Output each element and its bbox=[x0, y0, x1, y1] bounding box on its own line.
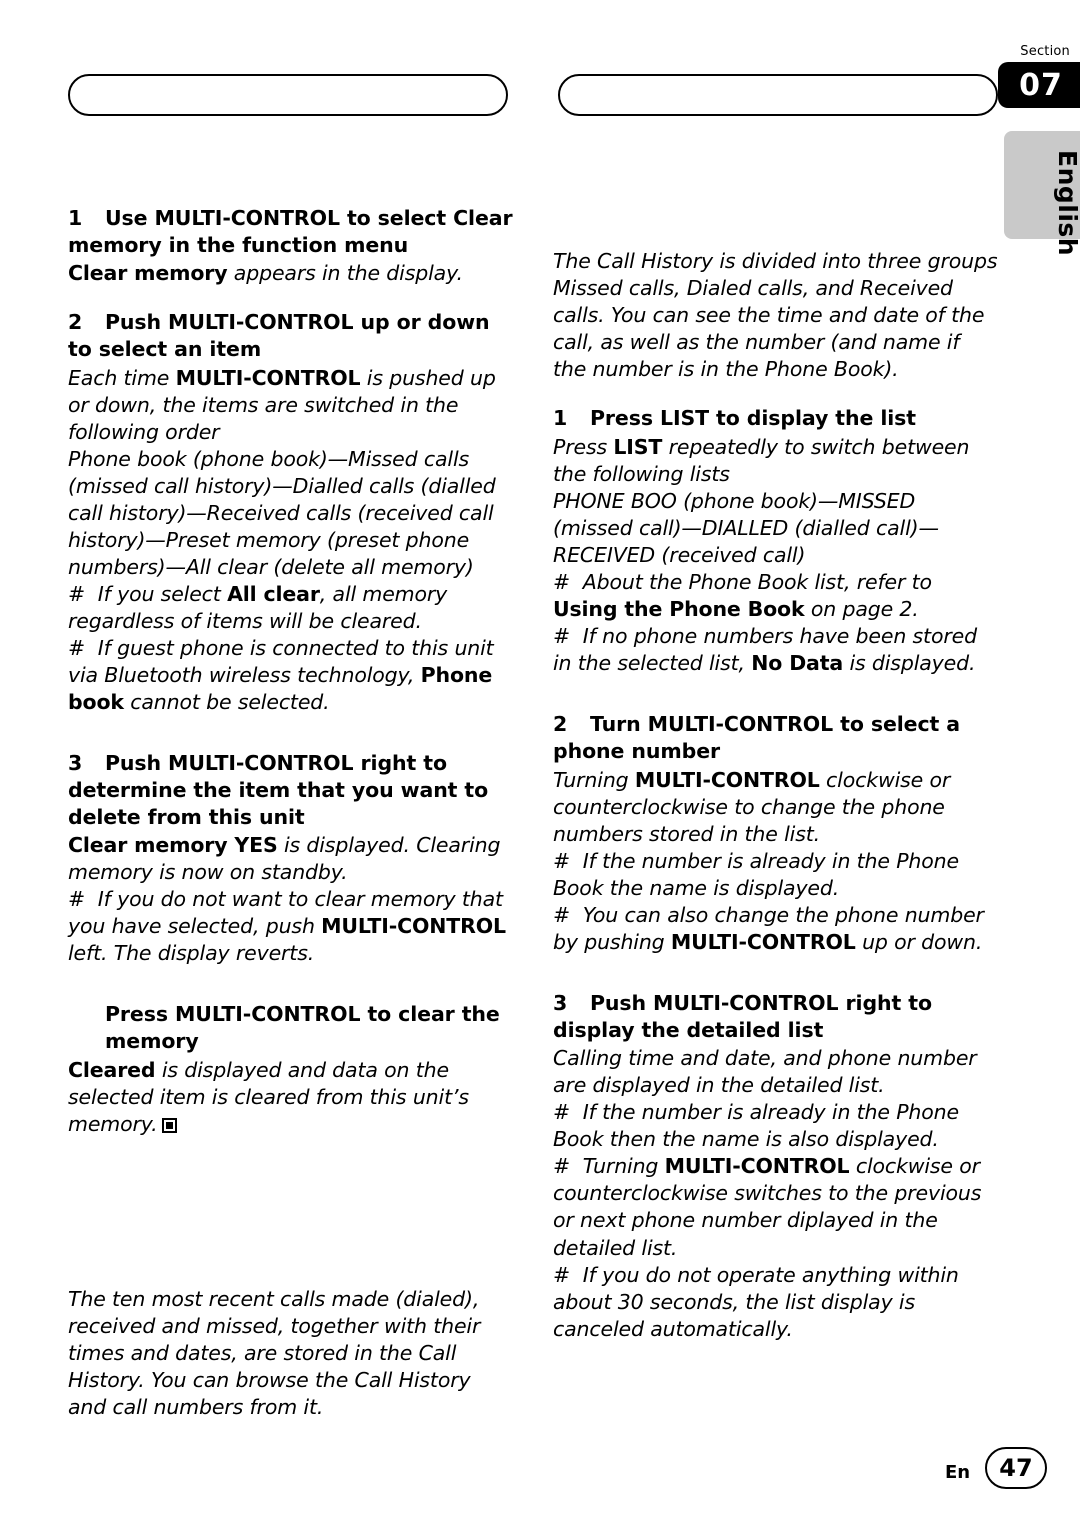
left-step-2-p1a: Each time bbox=[68, 365, 176, 390]
right-step-2-body: Turning MULTI-CONTROL clockwise or count… bbox=[553, 767, 998, 848]
right-step-3-body: Calling time and date, and phone number … bbox=[553, 1046, 977, 1098]
left-step-4-body-bold: Cleared bbox=[68, 1057, 156, 1082]
right-step-2-p1b: MULTI-CONTROL bbox=[634, 767, 820, 792]
left-step-2-items-text: Phone book (phone book)—Missed calls (mi… bbox=[68, 446, 496, 579]
left-step-3-title: Push MULTI-CONTROL right to determine th… bbox=[68, 751, 489, 829]
right-step-3-note2b: MULTI-CONTROL bbox=[664, 1154, 850, 1179]
left-step-2-items: Phone book (phone book)—Missed calls (mi… bbox=[68, 446, 513, 581]
note-hash-icon: # bbox=[68, 581, 98, 606]
note-hash-icon: # bbox=[68, 887, 98, 912]
right-step-3-note-3: # If you do not operate anything within … bbox=[553, 1262, 998, 1343]
right-step-2-note2b: MULTI-CONTROL bbox=[670, 929, 856, 954]
right-step-2-p1a: Turning bbox=[553, 767, 635, 792]
right-step-1-p1b: LIST bbox=[613, 434, 663, 459]
left-step-2-p1b: MULTI-CONTROL bbox=[175, 365, 361, 390]
left-step-3-body-bold: Clear memory YES bbox=[68, 833, 278, 858]
language-tab-label: English bbox=[1053, 150, 1080, 257]
left-step-1-number: 1 bbox=[68, 206, 83, 230]
left-step-2-heading: 2 Push MULTI-CONTROL up or down to select… bbox=[68, 309, 513, 362]
right-step-1-note1a: About the Phone Book list, refer to bbox=[582, 570, 932, 595]
right-step-2-note-1: # If the number is already in the Phone … bbox=[553, 848, 998, 902]
left-step-3-number: 3 bbox=[68, 751, 83, 776]
right-step-3-note-1: # If the number is already in the Phone … bbox=[553, 1099, 998, 1153]
right-step-1-p1a: Press bbox=[553, 434, 614, 459]
right-step-1-body: Press LIST repeatedly to switch between … bbox=[553, 434, 998, 488]
left-step-3-heading: 3 Push MULTI-CONTROL right to determine t… bbox=[68, 750, 513, 830]
right-step-1-heading: 1 Press LIST to display the list bbox=[553, 405, 998, 432]
right-step-3-number: 3 bbox=[553, 990, 568, 1015]
right-step-3-note3: If you do not operate anything within ab… bbox=[553, 1262, 959, 1341]
right-step-1-lists: PHONE BOO (phone book)—MISSED (missed ca… bbox=[553, 488, 998, 569]
right-step-2-note2c: up or down. bbox=[855, 929, 983, 954]
left-step-2-note2c: cannot be selected. bbox=[123, 690, 330, 715]
right-step-3-note-2: # Turning MULTI-CONTROL clockwise or cou… bbox=[553, 1153, 998, 1261]
note-hash-icon: # bbox=[553, 1154, 583, 1179]
footer-language-code: En bbox=[945, 1462, 971, 1483]
header-bar-right bbox=[558, 74, 998, 116]
left-step-4-heading: Press MULTI-CONTROL to clear the memory bbox=[68, 1001, 513, 1054]
right-step-2-number: 2 bbox=[553, 712, 568, 737]
manual-page: Section 07 English 1 Use MULTI-CONTROL to… bbox=[0, 0, 1080, 1529]
right-step-3-title: Push MULTI-CONTROL right to display the … bbox=[553, 990, 932, 1042]
left-step-3-body: Clear memory YES is displayed. Clearing … bbox=[68, 832, 513, 886]
right-step-1-note2c: is displayed. bbox=[843, 651, 976, 676]
left-step-4-title: Press MULTI-CONTROL to clear the memory bbox=[105, 1002, 500, 1054]
right-step-1-note1c: on page 2. bbox=[804, 597, 919, 622]
right-intro-paragraph: The Call History is divided into three g… bbox=[553, 249, 998, 382]
left-step-2-note1b: All clear bbox=[227, 581, 320, 606]
header-bar-left bbox=[68, 74, 508, 116]
left-step-4-body: Cleared is displayed and data on the sel… bbox=[68, 1057, 513, 1138]
note-hash-icon: # bbox=[553, 624, 583, 649]
right-step-2-title: Turn MULTI-CONTROL to select a phone num… bbox=[553, 712, 961, 763]
left-step-2-title: Push MULTI-CONTROL up or down to select … bbox=[68, 310, 490, 361]
right-step-3-note1: If the number is already in the Phone Bo… bbox=[553, 1100, 959, 1152]
right-step-2-heading: 2 Turn MULTI-CONTROL to select a phone nu… bbox=[553, 711, 998, 764]
right-step-1-note-1: # About the Phone Book list, refer to Us… bbox=[553, 569, 998, 623]
right-step-1-number: 1 bbox=[553, 406, 568, 431]
right-step-1-note1b: Using the Phone Book bbox=[553, 597, 805, 622]
left-step-3-note-1: # If you do not want to clear memory tha… bbox=[68, 886, 513, 967]
note-hash-icon: # bbox=[553, 848, 583, 873]
left-step-2-note-2: # If guest phone is connected to this un… bbox=[68, 635, 513, 716]
left-intro-paragraph: The ten most recent calls made (dialed),… bbox=[68, 1286, 481, 1419]
note-hash-icon: # bbox=[553, 1100, 583, 1125]
section-number: 07 bbox=[998, 62, 1080, 108]
note-hash-icon: # bbox=[553, 570, 583, 595]
right-step-2-note-2: # You can also change the phone number b… bbox=[553, 902, 998, 956]
right-step-2-note1: If the number is already in the Phone Bo… bbox=[553, 848, 959, 900]
left-step-3-note1b: MULTI-CONTROL bbox=[321, 914, 506, 939]
note-hash-icon: # bbox=[68, 636, 98, 661]
left-step-3-note1c: left. The display reverts. bbox=[68, 941, 315, 966]
right-column: The Call History is divided into three g… bbox=[553, 248, 998, 1343]
left-step-1-heading: 1 Use MULTI-CONTROL to select Clear memor… bbox=[68, 205, 513, 258]
end-of-section-square-icon bbox=[161, 1117, 177, 1133]
left-step-1-title: Use MULTI-CONTROL to select Clear memory… bbox=[68, 206, 513, 257]
section-label: Section bbox=[1020, 44, 1070, 59]
left-step-1-body: Clear memory appears in the display. bbox=[68, 260, 513, 287]
left-step-2-note-1: # If you select All clear, all memory re… bbox=[68, 581, 513, 635]
left-step-2-number: 2 bbox=[68, 310, 83, 335]
note-hash-icon: # bbox=[553, 1262, 583, 1287]
right-step-1-note2b: No Data bbox=[751, 651, 844, 676]
right-step-3-note2a: Turning bbox=[582, 1154, 665, 1179]
right-step-3-heading: 3 Push MULTI-CONTROL right to display the… bbox=[553, 990, 998, 1043]
right-step-1-note-2: # If no phone numbers have been stored i… bbox=[553, 623, 998, 677]
right-step-1-title: Press LIST to display the list bbox=[590, 406, 916, 431]
left-step-1-body-bold: Clear memory bbox=[68, 261, 228, 286]
right-step-1-lists-text: PHONE BOO (phone book)—MISSED (missed ca… bbox=[553, 488, 939, 568]
left-step-2-note1a: If you select bbox=[97, 581, 228, 606]
left-column: 1 Use MULTI-CONTROL to select Clear memor… bbox=[68, 205, 513, 1421]
left-step-1-body-rest: appears in the display. bbox=[227, 261, 463, 286]
footer-page-number: 47 bbox=[985, 1447, 1047, 1489]
note-hash-icon: # bbox=[553, 902, 583, 927]
left-step-2-body: Each time MULTI-CONTROL is pushed up or … bbox=[68, 365, 513, 446]
